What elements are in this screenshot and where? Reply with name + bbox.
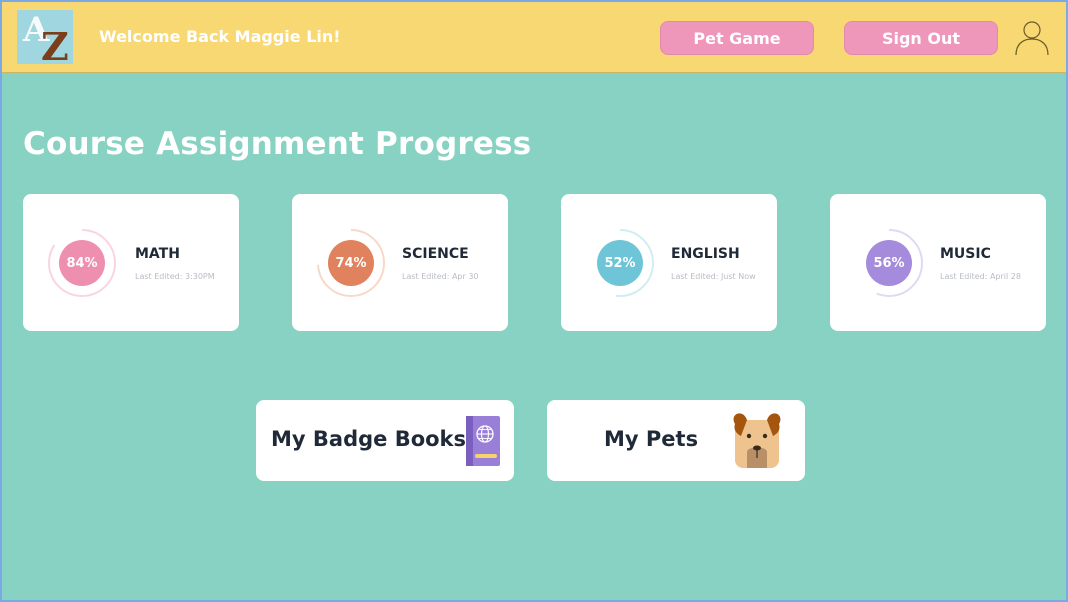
progress-percent: 52% <box>597 240 643 286</box>
progress-percent: 74% <box>328 240 374 286</box>
welcome-message: Welcome Back Maggie Lin! <box>99 27 341 46</box>
dog-icon <box>733 413 781 468</box>
course-subject: MUSIC <box>940 246 991 262</box>
app-logo[interactable]: A Z <box>17 10 73 64</box>
pet-game-button[interactable]: Pet Game <box>660 21 814 55</box>
user-icon[interactable] <box>1012 17 1052 57</box>
my-pets-button[interactable]: My Pets <box>547 400 805 481</box>
badge-books-label: My Badge Books <box>271 427 467 451</box>
top-bar: A Z Welcome Back Maggie Lin! Pet Game Si… <box>2 2 1066 73</box>
course-subject: SCIENCE <box>402 246 469 262</box>
course-card-math[interactable]: 84% MATH Last Edited: 3:30PM <box>23 194 239 331</box>
logo-letter-z: Z <box>41 24 69 64</box>
course-card-music[interactable]: 56% MUSIC Last Edited: April 28 <box>830 194 1046 331</box>
my-badge-books-button[interactable]: My Badge Books <box>256 400 514 481</box>
last-edited: Last Edited: April 28 <box>940 272 1021 281</box>
sign-out-button[interactable]: Sign Out <box>844 21 998 55</box>
book-icon <box>466 416 500 466</box>
my-pets-label: My Pets <box>604 427 699 451</box>
course-subject: MATH <box>135 246 180 262</box>
last-edited: Last Edited: Just Now <box>671 272 756 281</box>
last-edited: Last Edited: 3:30PM <box>135 272 215 281</box>
page-title: Course Assignment Progress <box>23 126 532 162</box>
course-subject: ENGLISH <box>671 246 740 262</box>
last-edited: Last Edited: Apr 30 <box>402 272 479 281</box>
course-card-science[interactable]: 74% SCIENCE Last Edited: Apr 30 <box>292 194 508 331</box>
progress-percent: 56% <box>866 240 912 286</box>
progress-percent: 84% <box>59 240 105 286</box>
course-card-english[interactable]: 52% ENGLISH Last Edited: Just Now <box>561 194 777 331</box>
